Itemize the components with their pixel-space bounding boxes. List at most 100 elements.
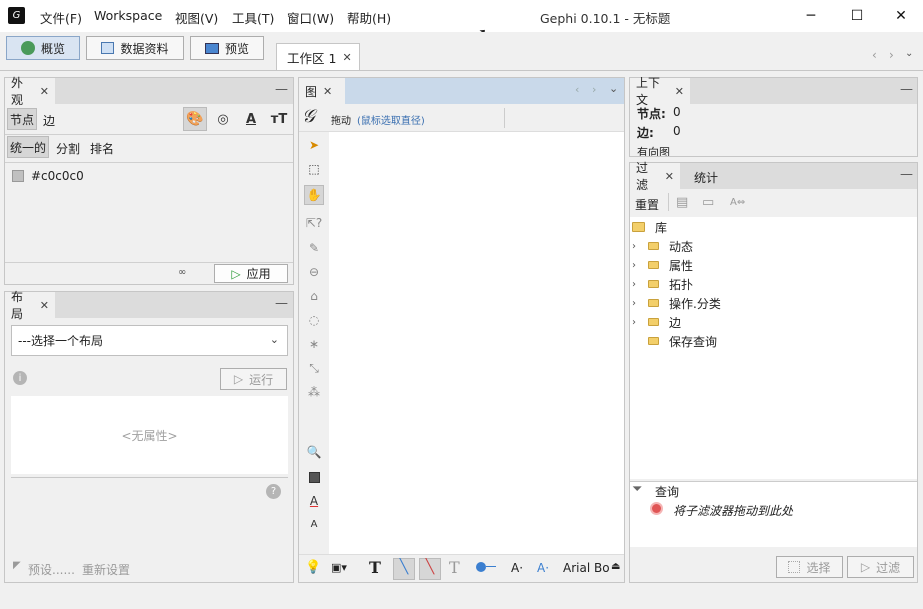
apply-button[interactable]: ▷ 应用	[214, 264, 288, 283]
info-icon[interactable]: i	[13, 371, 27, 385]
label-size-icon[interactable]: A	[306, 516, 322, 532]
presets-button[interactable]: 预设......	[28, 561, 75, 578]
add-node-icon[interactable]: ∗	[306, 336, 322, 352]
export-icon[interactable]: ▤	[676, 195, 688, 210]
chevron-right-icon[interactable]: ›	[632, 260, 648, 271]
tab-appearance[interactable]: 外观 ✕	[5, 76, 55, 107]
menu-help[interactable]: 帮助(H)	[347, 8, 391, 27]
overview-button[interactable]: 概览	[6, 36, 80, 60]
run-button[interactable]: ▷ 运行	[220, 368, 287, 390]
expand-icon[interactable]: ⏏	[611, 561, 620, 572]
tree-item-operator[interactable]: › 操作.分类	[632, 294, 721, 312]
chevron-left-icon[interactable]: ‹	[872, 48, 877, 62]
label-color-icon[interactable]: A	[306, 493, 322, 509]
minimize-icon[interactable]: —	[900, 82, 913, 97]
tab-graph[interactable]: 图 ✕	[299, 78, 345, 104]
import-icon[interactable]: ▭	[702, 195, 714, 210]
add-edge-icon[interactable]: ⤡	[306, 360, 322, 376]
select-arrow-icon[interactable]: ➤	[306, 137, 322, 153]
menu-tools[interactable]: 工具(T)	[232, 8, 274, 27]
color-swatch[interactable]	[12, 170, 24, 182]
auto-refresh-icon[interactable]: A⇔	[730, 197, 745, 208]
tree-item-saved-queries[interactable]: 保存查询	[632, 332, 717, 350]
chevron-right-icon[interactable]: ›	[632, 317, 648, 328]
tree-item-attributes[interactable]: › 属性	[632, 256, 693, 274]
size-icon[interactable]: ◎	[212, 109, 234, 129]
close-icon[interactable]: ✕	[40, 299, 49, 312]
chain-link-icon[interactable]: ∞	[178, 267, 186, 278]
tab-edges[interactable]: 边	[43, 112, 55, 129]
edge-color-icon[interactable]: ╲	[419, 558, 441, 580]
screenshot-icon[interactable]: ▣▾	[331, 561, 347, 574]
layout-select[interactable]: ---选择一个布局 ⌄	[11, 325, 288, 356]
node-size-icon[interactable]	[476, 562, 486, 572]
menu-view[interactable]: 视图(V)	[175, 8, 218, 27]
minimize-icon[interactable]: —	[900, 167, 913, 182]
chevron-right-icon[interactable]: ›	[632, 298, 648, 309]
tab-unique[interactable]: 统一的	[7, 136, 49, 158]
close-icon[interactable]: ✕	[40, 85, 49, 98]
font-name[interactable]: Arial Bo	[563, 561, 610, 575]
show-labels-icon[interactable]: T	[369, 558, 381, 577]
font-color-icon[interactable]: A·	[537, 561, 549, 575]
tab-layout[interactable]: 布局 ✕	[5, 290, 55, 321]
tab-ranking[interactable]: 排名	[90, 140, 114, 157]
filters-reset-button[interactable]: 重置	[635, 196, 659, 213]
tab-context[interactable]: 上下文 ✕	[630, 76, 690, 107]
label-size-icon[interactable]: тT	[268, 109, 290, 129]
divider	[5, 162, 293, 163]
chevron-left-icon[interactable]: ‹	[575, 83, 579, 96]
close-icon[interactable]: ✕	[675, 85, 684, 98]
text-outline-icon[interactable]: T	[449, 558, 460, 577]
painter-icon[interactable]: ✎	[306, 240, 322, 256]
maximize-button[interactable]: ☐	[834, 0, 880, 32]
filter-button[interactable]: ▷ 过滤	[847, 556, 914, 578]
chevron-down-icon[interactable]: ⌄	[609, 82, 618, 95]
chevron-right-icon[interactable]: ›	[632, 241, 648, 252]
font-size-icon[interactable]: A·	[511, 561, 523, 575]
close-icon[interactable]: ✕	[342, 51, 351, 64]
library-root[interactable]: 库	[632, 218, 667, 236]
chevron-right-icon[interactable]: ›	[889, 48, 894, 62]
tab-statistics[interactable]: 统计	[694, 169, 718, 186]
menu-file[interactable]: 文件(F)	[40, 8, 82, 27]
close-window-button[interactable]: ✕	[878, 0, 923, 32]
reset-button[interactable]: 重新设置	[82, 561, 130, 578]
tab-filters[interactable]: 过滤 ✕	[630, 161, 680, 192]
chevron-right-icon[interactable]: ›	[592, 83, 596, 96]
select-button[interactable]: 选择	[776, 556, 843, 578]
close-icon[interactable]: ✕	[665, 170, 674, 183]
workspace-tab[interactable]: 工作区 1 ✕	[276, 43, 360, 71]
minimize-button[interactable]: ─	[788, 0, 834, 32]
brush-icon[interactable]: ⌂	[306, 288, 322, 304]
preview-label: 预览	[224, 41, 249, 56]
tree-item-edges[interactable]: › 边	[632, 313, 681, 331]
menu-workspace[interactable]: Workspace	[94, 8, 162, 23]
chevron-right-icon[interactable]: ›	[632, 279, 648, 290]
background-color-icon[interactable]	[306, 469, 322, 485]
query-pointer-icon[interactable]: ⇱?	[306, 215, 322, 231]
lightbulb-icon[interactable]: 💡	[305, 560, 321, 575]
tab-partition[interactable]: 分割	[56, 140, 80, 157]
sizer-icon[interactable]: ⊖	[306, 264, 322, 280]
palette-icon[interactable]: 🎨	[183, 107, 207, 131]
tree-item-label: 保存查询	[669, 334, 718, 349]
tree-item-topology[interactable]: › 拓扑	[632, 275, 693, 293]
chevron-down-icon[interactable]: ⌄	[905, 48, 913, 59]
label-color-icon[interactable]: A	[240, 109, 262, 129]
rect-select-icon[interactable]: ⬚	[306, 161, 322, 177]
data-lab-button[interactable]: 数据资料	[86, 36, 184, 60]
minimize-icon[interactable]: —	[275, 82, 288, 97]
zoom-search-icon[interactable]: 🔍	[306, 444, 322, 460]
menu-window[interactable]: 窗口(W)	[287, 8, 334, 27]
help-icon[interactable]: ?	[266, 484, 281, 499]
tree-item-dynamic[interactable]: › 动态	[632, 237, 693, 255]
shortest-path-icon[interactable]: ⁂	[306, 384, 322, 400]
heatmap-icon[interactable]: ◌	[306, 312, 322, 328]
edges-icon[interactable]: ╲	[393, 558, 415, 580]
tab-nodes[interactable]: 节点	[7, 108, 37, 130]
minimize-icon[interactable]: —	[275, 296, 288, 311]
preview-button[interactable]: 预览	[190, 36, 264, 60]
close-icon[interactable]: ✕	[323, 85, 332, 98]
drag-hand-icon[interactable]: ✋	[304, 185, 324, 205]
